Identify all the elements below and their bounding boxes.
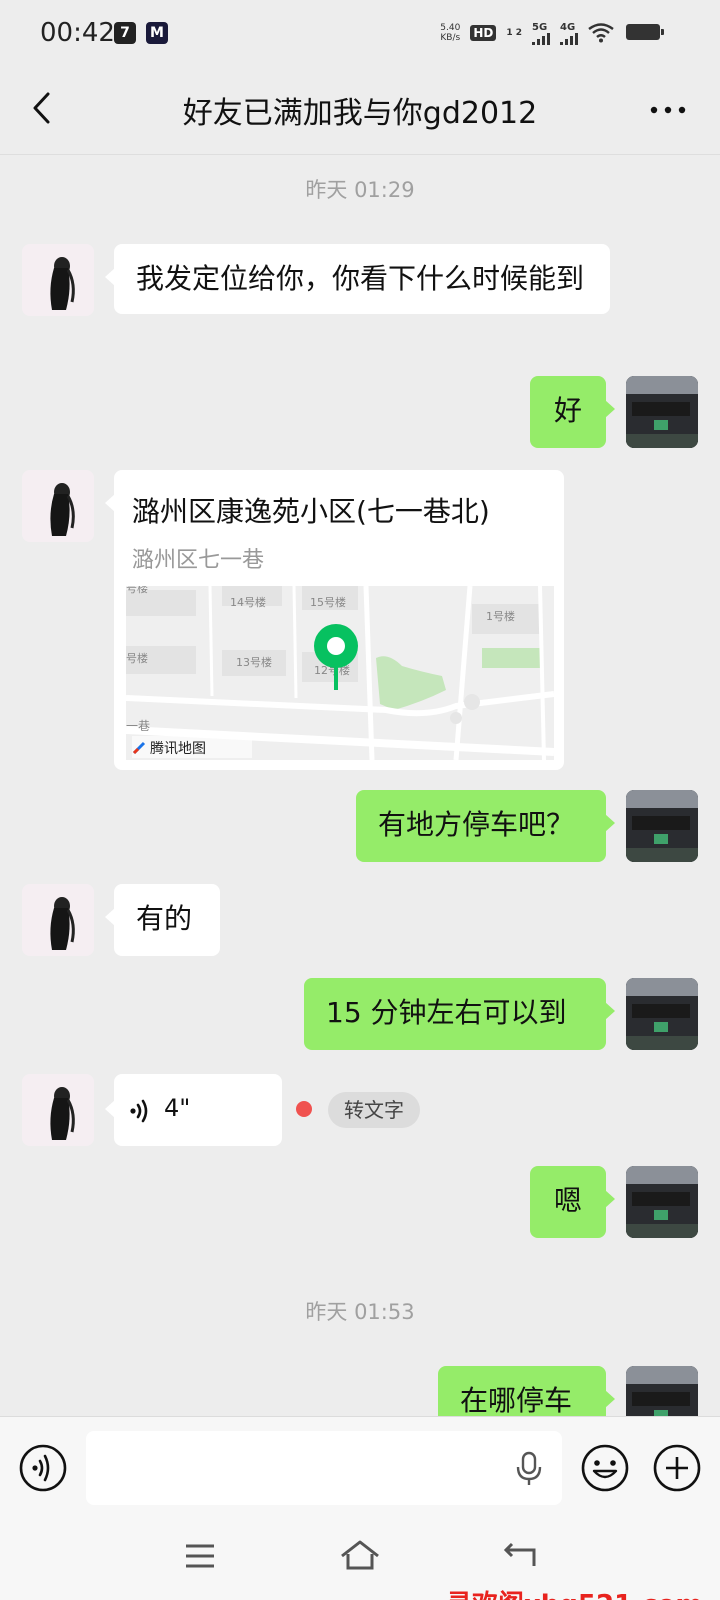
location-name: 潞州区康逸苑小区(七一巷北)	[132, 495, 490, 528]
unread-dot	[296, 1101, 312, 1117]
location-map[interactable]: 号楼 14号楼 15号楼 1号楼 号楼 13号楼 12号楼 一巷 腾讯地图	[126, 586, 554, 760]
transcribe-button[interactable]: 转文字	[328, 1092, 420, 1128]
notification-app-icon: M	[146, 22, 168, 44]
message-bubble-right[interactable]: 好	[530, 376, 615, 448]
self-avatar[interactable]	[626, 790, 698, 862]
emoji-icon[interactable]	[580, 1443, 630, 1493]
avatar-figure-icon	[22, 244, 94, 316]
self-avatar[interactable]	[626, 978, 698, 1050]
signal-bars-icon	[560, 32, 578, 45]
voice-mode-icon[interactable]	[18, 1443, 68, 1493]
nav-back-icon[interactable]	[496, 1532, 544, 1580]
message-timestamp: 昨天 01:53	[305, 1300, 415, 1324]
back-arrow-icon[interactable]	[20, 84, 68, 132]
location-address: 潞州区七一巷	[132, 548, 265, 573]
message-timestamp: 昨天 01:29	[305, 178, 415, 202]
map-label: 13号楼	[236, 655, 272, 669]
status-time: 00:42	[40, 18, 115, 48]
self-avatar[interactable]	[626, 376, 698, 448]
more-dots-icon[interactable]	[644, 92, 692, 128]
map-graphic: 号楼 14号楼 15号楼 1号楼 号楼 13号楼 12号楼 一巷	[126, 586, 554, 760]
message-bubble-right[interactable]: 有地方停车吧？	[356, 790, 615, 862]
avatar-storefront-icon	[626, 376, 698, 448]
tencent-map-logo-icon	[132, 741, 146, 755]
battery-icon	[626, 24, 664, 40]
chat-title: 好友已满加我与你gd2012	[182, 96, 538, 131]
microphone-icon[interactable]	[514, 1451, 544, 1487]
avatar-storefront-icon	[626, 978, 698, 1050]
chat-header: 好友已满加我与你gd2012	[0, 66, 720, 155]
signal-bars-icon	[532, 32, 550, 45]
net-speed: 5.40 KB/s	[440, 23, 461, 43]
map-label: 一巷	[126, 719, 150, 733]
avatar-storefront-icon	[626, 790, 698, 862]
signal-5g: 5G	[532, 22, 550, 45]
hd-badge: HD	[470, 25, 497, 41]
status-bar: 00:42 7 M 5.40 KB/s HD 1 2 5G 4G	[0, 0, 720, 66]
voice-message-bubble[interactable]: 4"	[105, 1074, 282, 1146]
message-bubble-left[interactable]: 我发定位给你，你看下什么时候能到	[105, 244, 610, 314]
wifi-icon	[588, 23, 614, 43]
self-avatar[interactable]	[626, 1166, 698, 1238]
contact-avatar[interactable]	[22, 1074, 94, 1146]
voice-duration: 4"	[164, 1094, 191, 1122]
input-bar	[0, 1416, 720, 1519]
map-label: 15号楼	[310, 595, 346, 609]
hd-sim-label: 1 2	[506, 27, 522, 38]
voice-wave-icon	[130, 1099, 148, 1123]
map-label: 号楼	[126, 651, 148, 665]
map-label: 号楼	[126, 586, 148, 595]
avatar-storefront-icon	[626, 1166, 698, 1238]
plus-icon[interactable]	[652, 1443, 702, 1493]
avatar-figure-icon	[22, 470, 94, 542]
signal-4g: 4G	[560, 22, 578, 45]
menu-icon[interactable]	[176, 1532, 224, 1580]
avatar-figure-icon	[22, 1074, 94, 1146]
contact-avatar[interactable]	[22, 470, 94, 542]
message-bubble-right[interactable]: 15 分钟左右可以到	[304, 978, 615, 1050]
watermark-text: 寻欢阁xhg521.com	[446, 1584, 702, 1600]
location-card[interactable]: 潞州区康逸苑小区(七一巷北) 潞州区七一巷 号楼 14号楼 15号楼 1号楼 号…	[105, 470, 564, 770]
map-label: 14号楼	[230, 595, 266, 609]
chat-screen: 00:42 7 M 5.40 KB/s HD 1 2 5G 4G 好友已满加我与…	[0, 0, 720, 1600]
contact-avatar[interactable]	[22, 884, 94, 956]
message-input[interactable]	[86, 1431, 562, 1505]
message-bubble-right[interactable]: 嗯	[530, 1166, 615, 1238]
message-bubble-left[interactable]: 有的	[105, 884, 220, 956]
home-icon[interactable]	[336, 1532, 384, 1580]
notification-app-icon: 7	[114, 22, 136, 44]
map-attribution: 腾讯地图	[132, 738, 206, 758]
map-label: 1号楼	[486, 609, 515, 623]
avatar-figure-icon	[22, 884, 94, 956]
contact-avatar[interactable]	[22, 244, 94, 316]
